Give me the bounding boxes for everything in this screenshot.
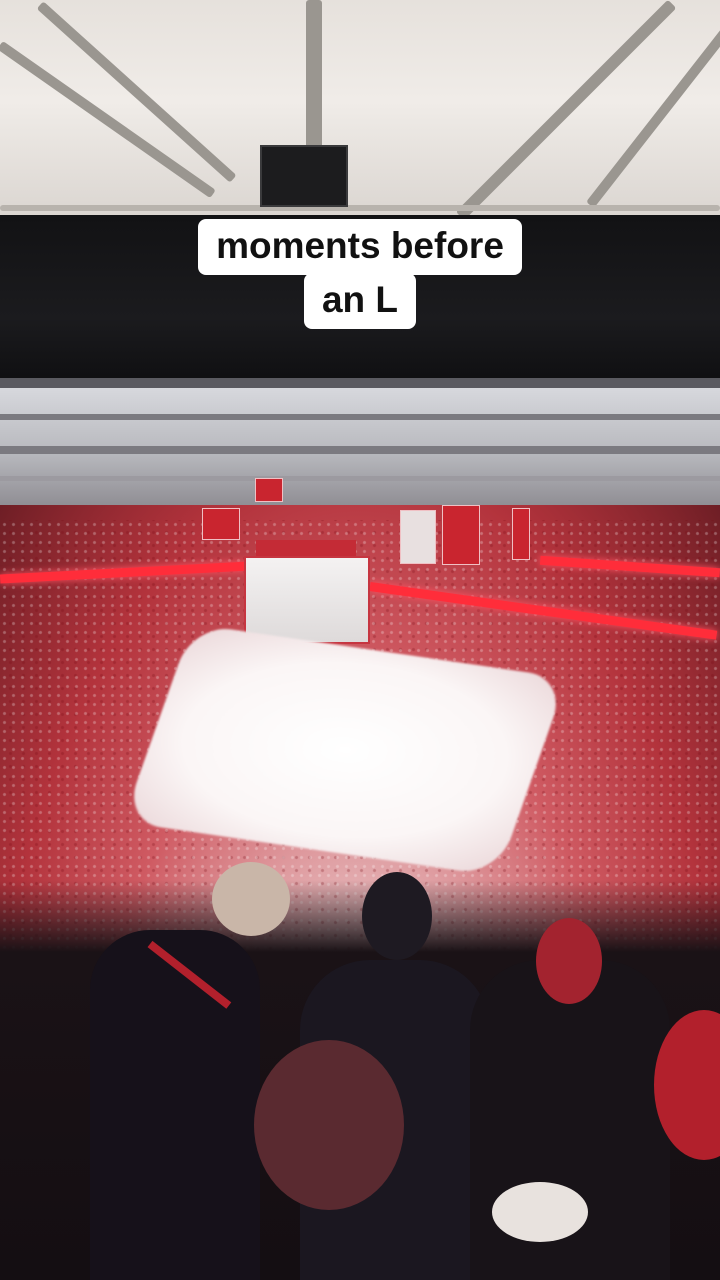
caption-line-1: moments before <box>198 219 522 275</box>
fan-head <box>254 1040 404 1210</box>
hanging-banner <box>202 508 240 540</box>
far-ceiling <box>0 388 720 508</box>
roof-truss <box>306 0 322 150</box>
caption-overlay: moments before an L <box>0 219 720 329</box>
fascia-edge <box>0 378 720 388</box>
fan-head <box>362 872 432 960</box>
fan-silhouette <box>90 930 260 1280</box>
roof-truss <box>455 0 677 221</box>
arena-roof <box>0 0 720 225</box>
hanging-banner <box>442 505 480 565</box>
scoreboard-top <box>256 540 356 556</box>
speaker <box>260 145 348 207</box>
catwalk-beam <box>0 414 720 420</box>
fan-white-cap <box>492 1182 588 1242</box>
catwalk-beam <box>0 476 720 481</box>
hanging-banner <box>255 478 283 502</box>
arena-photo <box>0 0 720 1280</box>
hanging-banner <box>400 510 436 564</box>
catwalk-beam <box>0 446 720 454</box>
fan-head <box>212 862 290 936</box>
caption-line-2: an L <box>303 273 417 329</box>
hanging-banner <box>512 508 530 560</box>
roof-truss <box>586 28 720 209</box>
roof-truss <box>0 205 720 211</box>
fan-red-hat <box>536 918 602 1004</box>
jumbotron <box>244 556 370 644</box>
